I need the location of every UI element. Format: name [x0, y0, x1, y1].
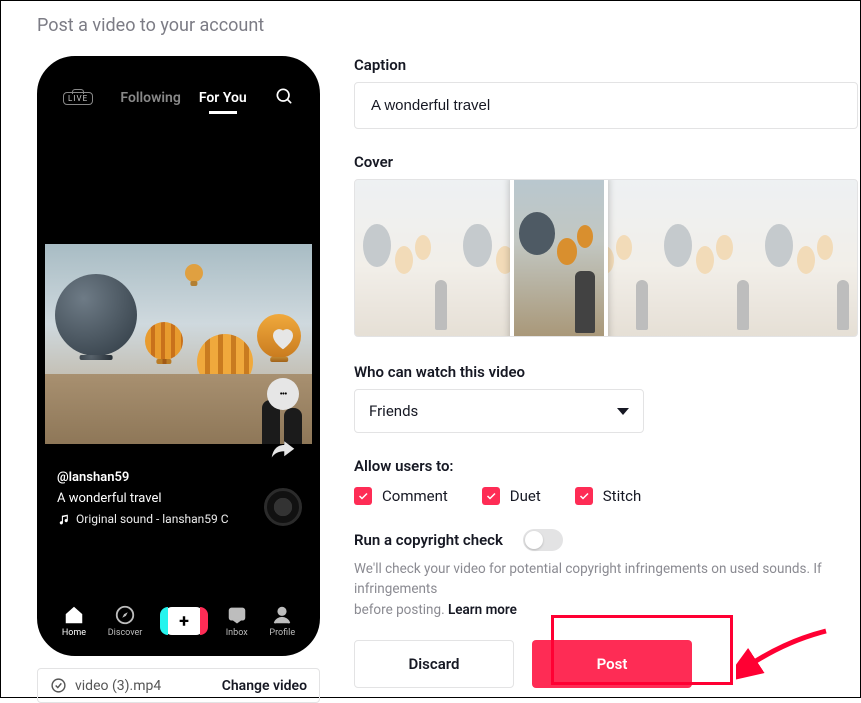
- allow-comment-checkbox[interactable]: Comment: [354, 487, 448, 505]
- search-icon[interactable]: [274, 86, 294, 110]
- copyright-help-text: We'll check your video for potential cop…: [354, 559, 858, 620]
- tab-following[interactable]: Following: [120, 90, 180, 106]
- check-circle-icon: [50, 677, 67, 694]
- sound-disc-icon[interactable]: [264, 488, 302, 526]
- preview-sound: Original sound - lanshan59 C: [57, 512, 229, 526]
- tab-for-you[interactable]: For You: [199, 90, 247, 106]
- video-frame: @lanshan59 A wonderful travel Original s…: [45, 134, 312, 590]
- nav-create[interactable]: +: [164, 607, 204, 635]
- cover-label: Cover: [354, 153, 858, 171]
- nav-profile[interactable]: Profile: [269, 604, 295, 638]
- live-icon: LIVE: [63, 92, 93, 105]
- caption-label: Caption: [354, 56, 858, 74]
- cover-selector[interactable]: [354, 179, 858, 337]
- page-title: Post a video to your account: [1, 1, 860, 36]
- audience-value: Friends: [369, 402, 418, 420]
- allow-stitch-checkbox[interactable]: Stitch: [575, 487, 641, 505]
- like-icon[interactable]: [265, 320, 301, 356]
- discard-button[interactable]: Discard: [354, 640, 514, 688]
- phone-preview: LIVE Following For You: [37, 56, 320, 656]
- copyright-label: Run a copyright check: [354, 531, 503, 549]
- allow-duet-checkbox[interactable]: Duet: [482, 487, 541, 505]
- share-icon[interactable]: [265, 432, 301, 468]
- copyright-toggle[interactable]: [523, 529, 563, 551]
- file-name: video (3).mp4: [75, 678, 161, 694]
- audience-select[interactable]: Friends: [354, 389, 644, 433]
- cover-selected-thumb[interactable]: [510, 179, 608, 337]
- nav-discover[interactable]: Discover: [108, 604, 143, 638]
- nav-home[interactable]: Home: [62, 604, 86, 638]
- preview-caption: A wonderful travel: [57, 491, 229, 506]
- post-button[interactable]: Post: [532, 640, 692, 688]
- chevron-down-icon: [617, 408, 629, 415]
- nav-inbox[interactable]: Inbox: [226, 604, 248, 638]
- caption-input[interactable]: [354, 82, 858, 129]
- learn-more-link[interactable]: Learn more: [448, 602, 517, 618]
- change-video-button[interactable]: Change video: [222, 678, 307, 694]
- audience-label: Who can watch this video: [354, 363, 858, 381]
- allow-users-label: Allow users to:: [354, 457, 858, 475]
- comment-icon[interactable]: [265, 376, 301, 412]
- preview-username: @lanshan59: [57, 470, 229, 485]
